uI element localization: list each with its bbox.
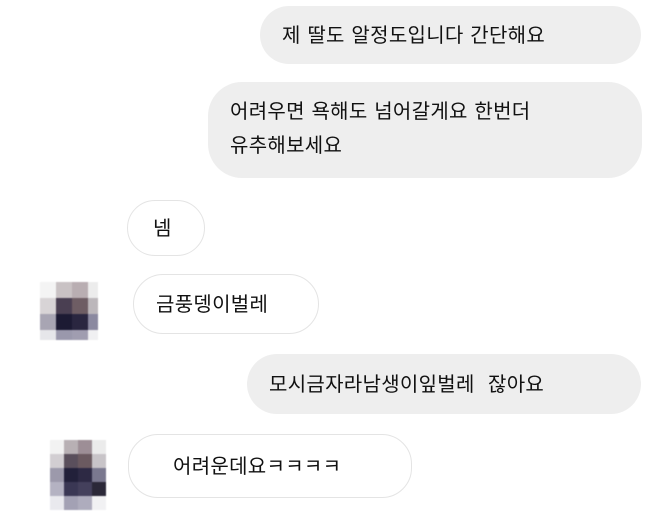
message-bubble-sent[interactable]: 어려우면 욕해도 넘어갈게요 한번더 유추해보세요 [208, 82, 642, 178]
message-text: 모시금자라남생이잎벌레 잖아요 [269, 372, 545, 396]
message-bubble-sent[interactable]: 모시금자라남생이잎벌레 잖아요 [247, 354, 641, 414]
message-text-line: 유추해보세요 [230, 133, 343, 157]
message-bubble-sent[interactable]: 제 딸도 알정도입니다 간단해요 [260, 6, 641, 64]
message-bubble-received[interactable]: 금풍뎅이벌레 [133, 274, 319, 334]
message-text-line: 어려우면 욕해도 넘어갈게요 한번더 [230, 99, 531, 123]
message-text: 제 딸도 알정도입니다 간단해요 [282, 23, 546, 47]
sender-avatar[interactable] [40, 282, 98, 340]
sender-avatar[interactable] [50, 440, 106, 510]
message-text: 넴 [153, 216, 172, 240]
message-text: 금풍뎅이벌레 [156, 292, 269, 316]
message-text: 어려운데요ㅋㅋㅋㅋ [173, 454, 342, 478]
message-bubble-received[interactable]: 넴 [127, 200, 205, 256]
message-bubble-received[interactable]: 어려운데요ㅋㅋㅋㅋ [128, 434, 412, 498]
